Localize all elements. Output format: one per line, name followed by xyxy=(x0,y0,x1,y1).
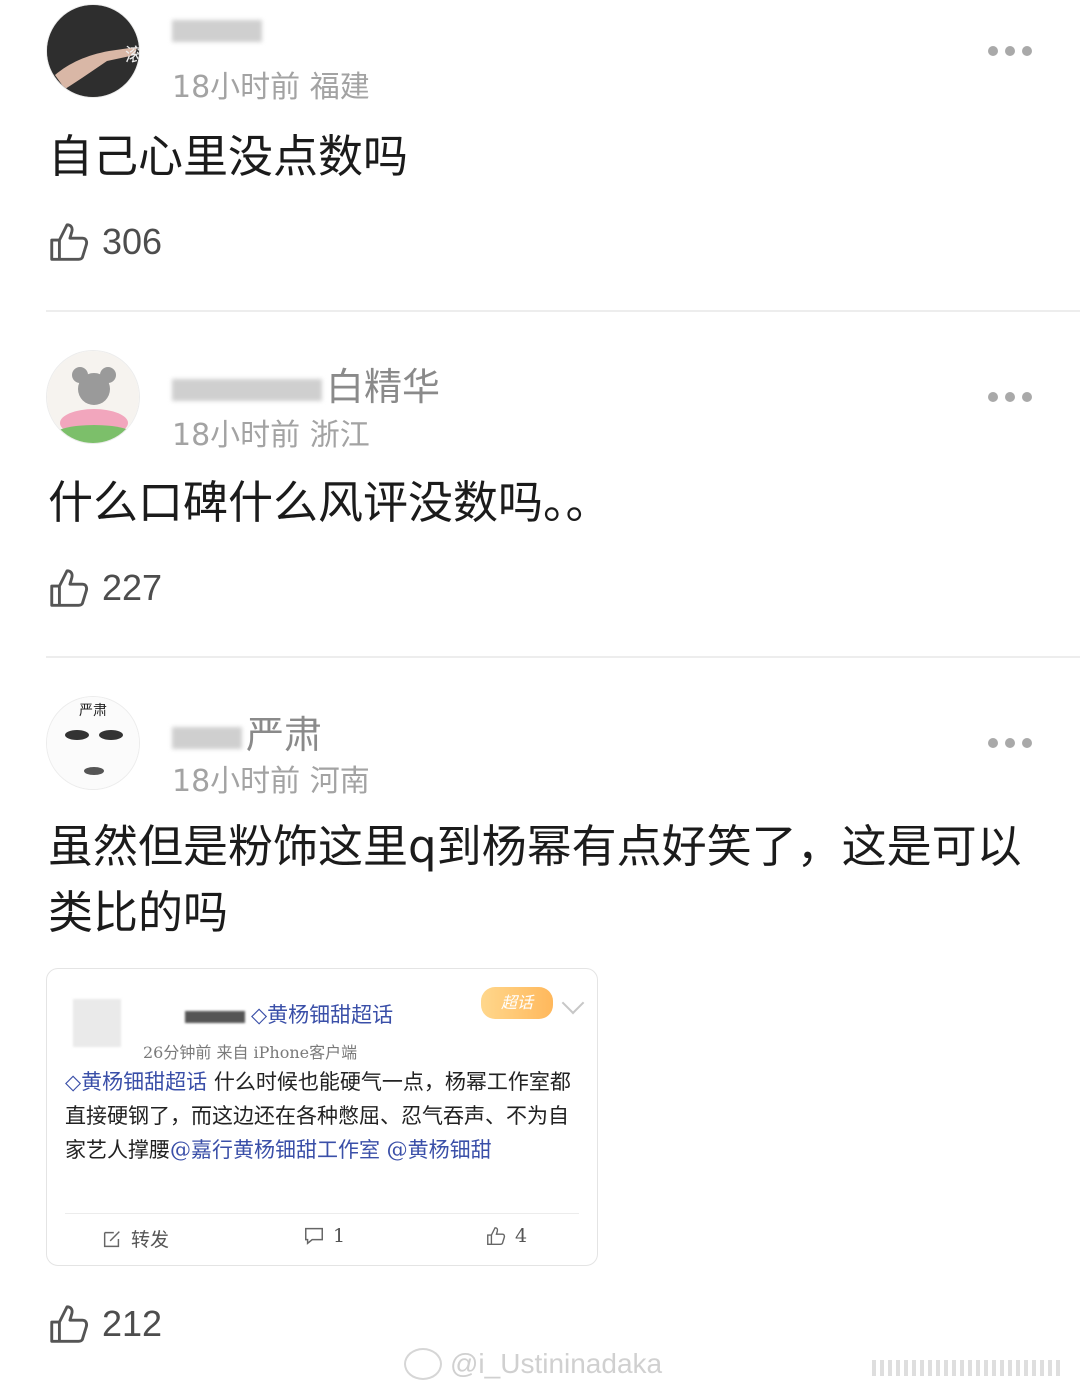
embedded-avatar xyxy=(73,999,121,1047)
thumbs-up-icon xyxy=(50,1305,89,1343)
repost-icon xyxy=(103,1230,120,1247)
repost-action: 转发 xyxy=(101,1225,169,1252)
topic-link: ◇黄杨钿甜超话 xyxy=(65,1070,208,1094)
username-visible: 严肃 xyxy=(246,713,323,757)
avatar[interactable]: 严肃 xyxy=(46,696,140,790)
like-button[interactable]: 227 xyxy=(46,564,162,612)
embedded-post-image[interactable]: ◇黄杨钿甜超话 超话 26分钟前 来自 iPhone客户端 ◇黄杨钿甜超话 什么… xyxy=(46,968,598,1266)
comment-meta: 18小时前 河南 xyxy=(172,764,370,799)
chevron-down-icon xyxy=(561,991,585,1015)
like-count: 306 xyxy=(102,221,163,262)
pointing-hand-avatar-icon: 滚 xyxy=(47,5,140,97)
like-action: 4 xyxy=(485,1225,527,1247)
username-visible: 白精华 xyxy=(326,365,441,409)
embedded-actions: 转发 1 4 xyxy=(47,1225,597,1255)
face-sketch-avatar-icon: 严肃 xyxy=(47,697,139,789)
thumbs-up-icon xyxy=(50,223,89,261)
comment-count: 1 xyxy=(333,1225,346,1247)
embedded-text: ◇黄杨钿甜超话 什么时候也能硬气一点，杨幂工作室都直接硬钢了，而这边还在各种憋屈… xyxy=(65,1065,581,1167)
watermark-text: @i_Ustininadaka xyxy=(450,1348,663,1379)
embedded-name-topic: ◇黄杨钿甜超话 xyxy=(251,1003,394,1027)
comment-text: 虽然但是粉饰这里q到杨幂有点好笑了，这是可以类比的吗 xyxy=(48,820,1022,939)
thumbs-up-icon xyxy=(487,1227,506,1245)
watermark: @i_Ustininadaka xyxy=(404,1348,662,1380)
avatar-text: 严肃 xyxy=(79,703,107,719)
more-icon[interactable] xyxy=(988,392,1032,404)
divider xyxy=(46,310,1080,312)
comment-text: 什么口碑什么风评没数吗。。 xyxy=(48,476,611,529)
supertopic-badge: 超话 xyxy=(481,987,553,1019)
like-button[interactable]: 306 xyxy=(46,218,162,266)
embedded-username: ◇黄杨钿甜超话 xyxy=(185,999,393,1029)
avatar[interactable] xyxy=(46,350,140,444)
like-count: 227 xyxy=(102,567,163,608)
more-icon[interactable] xyxy=(988,46,1032,58)
username[interactable] xyxy=(172,6,266,50)
comment-text: 自己心里没点数吗 xyxy=(48,130,409,183)
avatar[interactable]: 滚 xyxy=(46,4,140,98)
thumbs-up-icon xyxy=(50,569,89,607)
mouse-on-lotus-avatar-icon xyxy=(47,351,139,443)
comment-action: 1 xyxy=(303,1225,345,1247)
comment-meta: 18小时前 福建 xyxy=(172,70,370,105)
mention-links: @嘉行黄杨钿甜工作室 @黄杨钿甜 xyxy=(170,1138,492,1162)
comment-meta: 18小时前 浙江 xyxy=(172,418,370,453)
embedded-like-count: 4 xyxy=(515,1225,528,1247)
embedded-meta: 26分钟前 来自 iPhone客户端 xyxy=(143,1043,358,1062)
like-count: 212 xyxy=(102,1303,163,1344)
repost-label: 转发 xyxy=(131,1229,170,1251)
scroll-hint xyxy=(872,1360,1062,1376)
avatar-text: 滚 xyxy=(125,45,140,66)
divider xyxy=(46,656,1080,658)
more-icon[interactable] xyxy=(988,738,1032,750)
divider xyxy=(65,1213,579,1214)
weibo-logo-icon xyxy=(404,1348,442,1380)
like-button[interactable]: 212 xyxy=(46,1300,162,1348)
username[interactable]: 白精华 xyxy=(172,356,440,411)
comment-icon xyxy=(305,1227,323,1245)
username[interactable]: 严肃 xyxy=(172,704,322,759)
